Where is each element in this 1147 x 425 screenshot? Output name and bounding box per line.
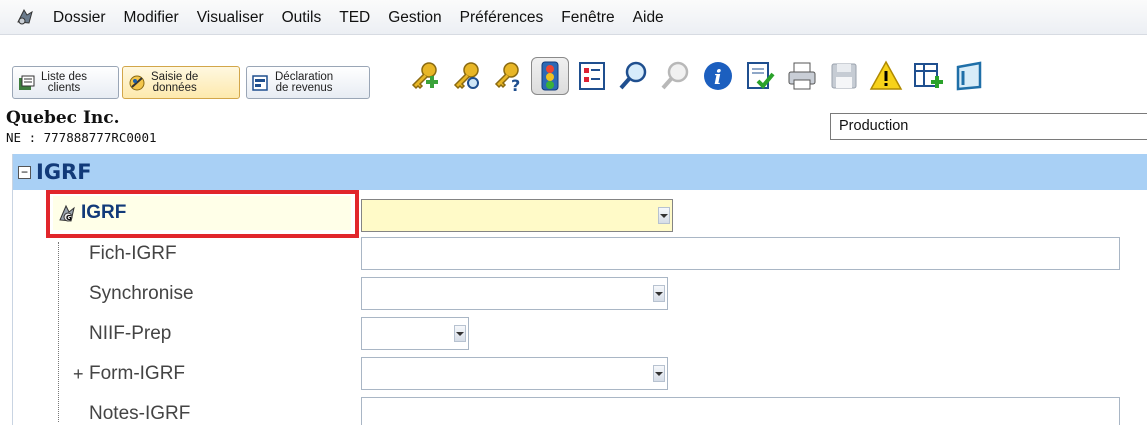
form-igrf-dropdown[interactable] (361, 357, 668, 390)
tab-label-line2: données (152, 81, 197, 94)
menu-modifier[interactable]: Modifier (115, 0, 188, 35)
menu-visualiser[interactable]: Visualiser (188, 0, 273, 35)
tab-label-line1: Déclaration (275, 70, 334, 83)
fich-igrf-field[interactable] (361, 237, 1120, 270)
book-icon[interactable] (951, 57, 989, 95)
table-add-icon[interactable] (909, 57, 947, 95)
zoom-in-icon[interactable] (615, 57, 653, 95)
document-check-icon[interactable] (741, 57, 779, 95)
key-add-icon[interactable] (405, 57, 443, 95)
tab-label-line1: Liste des (41, 70, 88, 83)
chevron-down-icon[interactable] (653, 285, 665, 302)
traffic-light-icon[interactable] (531, 57, 569, 95)
svg-text:?: ? (511, 76, 520, 93)
igrf-dropdown[interactable] (361, 199, 673, 232)
company-ne: NE : 777888777RC0001 (6, 130, 157, 145)
tree-row: + Form-IGRF (13, 354, 1147, 394)
print-icon[interactable] (783, 57, 821, 95)
menu-fenetre[interactable]: Fenêtre (552, 0, 623, 35)
expand-marker[interactable]: + (73, 354, 84, 394)
menu-gestion[interactable]: Gestion (379, 0, 450, 35)
info-icon[interactable]: i (699, 57, 737, 95)
menu-bar: Dossier Modifier Visualiser Outils TED G… (0, 0, 1147, 35)
tab-label-line2: de revenus (275, 81, 333, 94)
tab-declaration-de-revenus[interactable]: Déclaration de revenus (246, 66, 370, 99)
profile-select[interactable]: Production ▼ (830, 113, 1147, 140)
tree-row: Notes-IGRF (13, 394, 1147, 425)
tab-saisie-de-donnees[interactable]: Saisie de données (122, 66, 240, 99)
tree-row (13, 196, 1147, 236)
menu-outils[interactable]: Outils (273, 0, 331, 35)
save-icon[interactable] (825, 57, 863, 95)
key-help-icon[interactable]: ? (489, 57, 527, 95)
tree-row: Fich-IGRF (13, 234, 1147, 274)
key-search-icon[interactable] (447, 57, 485, 95)
tab-liste-des-clients[interactable]: Liste des clients (12, 66, 119, 99)
menu-preferences[interactable]: Préférences (451, 0, 553, 35)
tree-row-label-niif-prep[interactable]: NIIF-Prep (89, 314, 171, 354)
tree-row-label-synchronise[interactable]: Synchronise (89, 274, 194, 314)
client-list-icon (19, 75, 35, 90)
group-header[interactable]: − IGRF (13, 154, 1147, 190)
tax-return-icon (252, 74, 268, 91)
tab-label-line1: Saisie de (151, 70, 199, 83)
checklist-icon[interactable] (573, 57, 611, 95)
toolbar: Liste des clients Saisie de données Déclar… (0, 36, 1147, 104)
group-title: IGRF (36, 160, 92, 184)
chevron-down-icon[interactable] (653, 365, 665, 382)
zoom-out-icon[interactable] (657, 57, 695, 95)
data-entry-icon (129, 75, 145, 90)
tree-row-label-notes-igrf[interactable]: Notes-IGRF (89, 394, 190, 425)
tree-row: NIIF-Prep (13, 314, 1147, 354)
svg-text:i: i (714, 65, 722, 89)
menu-ted[interactable]: TED (330, 0, 379, 35)
app-icon[interactable] (14, 6, 36, 28)
profile-select-value: Production (839, 118, 909, 134)
tree-row-label-fich-igrf[interactable]: Fich-IGRF (89, 234, 177, 274)
chevron-down-icon[interactable] (454, 325, 466, 342)
chevron-down-icon[interactable] (658, 207, 670, 224)
company-info: Quebec Inc. NE : 777888777RC0001 (6, 108, 157, 145)
collapse-icon[interactable]: − (18, 165, 31, 179)
tree-row: Synchronise (13, 274, 1147, 314)
tree-row-label-form-igrf[interactable]: Form-IGRF (89, 354, 185, 394)
notes-igrf-field[interactable] (361, 397, 1120, 425)
niif-prep-dropdown[interactable] (361, 317, 469, 350)
toolbar-icons: ? i (405, 54, 993, 98)
menu-aide[interactable]: Aide (624, 0, 673, 35)
tree-panel: − IGRF G IGRF Fich-IGRF Synchronise NIIF… (12, 154, 1147, 425)
company-name: Quebec Inc. (6, 108, 120, 128)
synchronise-dropdown[interactable] (361, 277, 668, 310)
menu-dossier[interactable]: Dossier (44, 0, 115, 35)
tab-label-line2: clients (47, 81, 81, 94)
warning-icon[interactable] (867, 57, 905, 95)
